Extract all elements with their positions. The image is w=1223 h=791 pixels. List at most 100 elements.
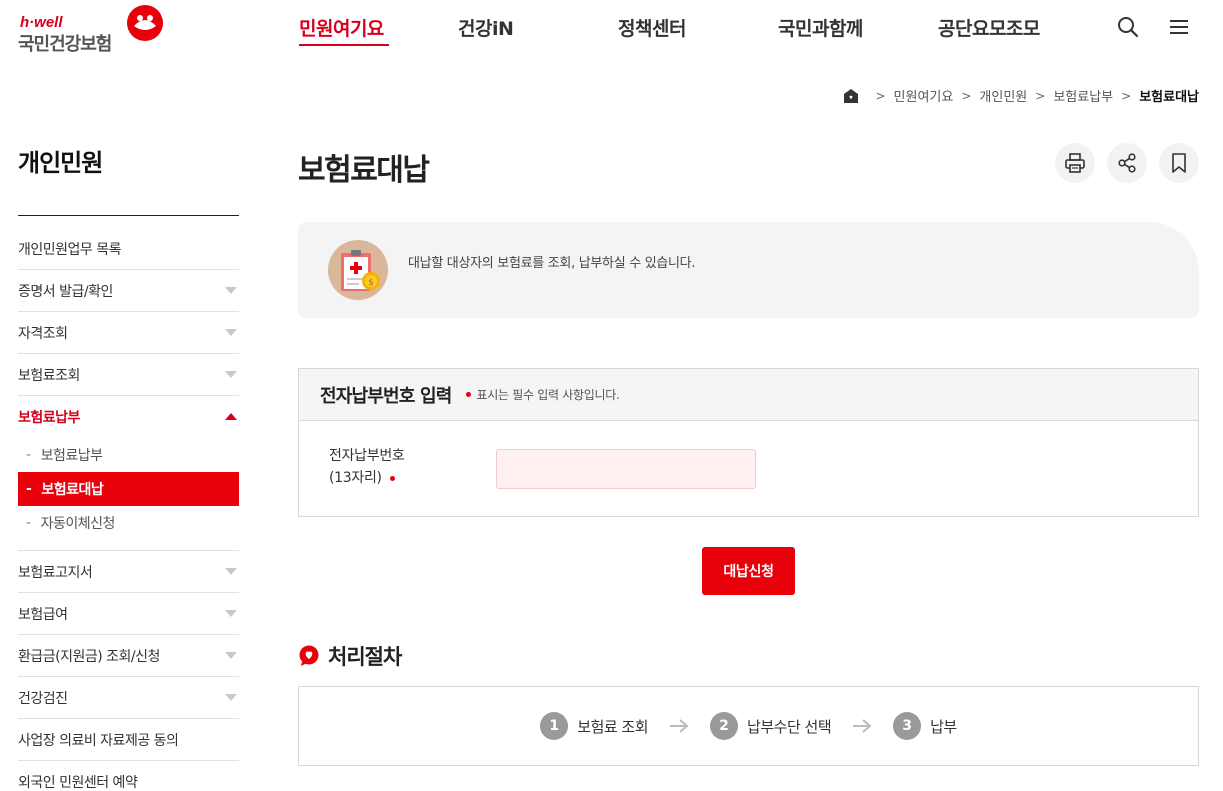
- step-number: 3: [893, 712, 922, 740]
- arrow-right-icon: [853, 719, 872, 733]
- sidebar-item-foreigner[interactable]: 외국인 민원센터 예약: [18, 761, 239, 791]
- required-note-text: 표시는 필수 입력 사항입니다.: [476, 388, 620, 402]
- sidebar-subitem-label: 보험료납부: [40, 448, 103, 464]
- bookmark-icon: [1172, 153, 1186, 173]
- sidebar-item-label: 개인민원업무 목록: [18, 241, 122, 258]
- dash-icon: -: [26, 447, 31, 463]
- chevron-right-icon: >: [1121, 88, 1132, 103]
- sidebar-item-label: 외국인 민원센터 예약: [18, 774, 138, 791]
- step-number: 2: [710, 712, 739, 740]
- menu-icon[interactable]: [1168, 16, 1190, 38]
- sidebar-title: 개인민원: [18, 149, 103, 177]
- caret-down-icon: [225, 287, 237, 294]
- search-icon[interactable]: [1117, 16, 1139, 38]
- sidebar-item-label: 건강검진: [18, 690, 68, 707]
- form-heading: 전자납부번호 입력: [320, 385, 452, 407]
- logo-name: 국민건강보험: [18, 34, 112, 55]
- sidebar-item-label: 사업장 의료비 자료제공 동의: [18, 732, 179, 749]
- sidebar-subitem-autopay[interactable]: - 자동이체신청: [18, 506, 239, 540]
- caret-down-icon: [225, 371, 237, 378]
- process-section-title: 처리절차: [298, 641, 402, 671]
- bookmark-button[interactable]: [1159, 143, 1199, 183]
- nav-item-together[interactable]: 국민과함께: [778, 14, 863, 41]
- process-step: 1 보험료 조회: [540, 712, 649, 740]
- sidebar-item-label: 보험급여: [18, 606, 68, 623]
- share-button[interactable]: [1107, 143, 1147, 183]
- payment-number-label: 전자납부번호 (13자리): [329, 445, 405, 489]
- nav-item-policy[interactable]: 정책센터: [618, 14, 686, 41]
- share-icon: [1118, 153, 1136, 173]
- breadcrumb-item[interactable]: 개인민원: [979, 86, 1027, 105]
- caret-up-icon: [225, 413, 237, 420]
- sidebar-item-certificate[interactable]: 증명서 발급/확인: [18, 270, 239, 312]
- nav-item-health-in[interactable]: 건강iN: [458, 14, 514, 41]
- sidebar-subitem-label: 자동이체신청: [40, 516, 116, 532]
- intro-box: $ 대납할 대상자의 보험료를 조회, 납부하실 수 있습니다.: [298, 222, 1199, 318]
- sidebar-item-list[interactable]: 개인민원업무 목록: [18, 228, 239, 270]
- home-icon[interactable]: [843, 88, 859, 104]
- sidebar-item-benefits[interactable]: 보험급여: [18, 593, 239, 635]
- chevron-right-icon: >: [875, 88, 886, 103]
- sidebar-menu: 개인민원업무 목록 증명서 발급/확인 자격조회 보험료조회 보험료납부 - 보험…: [18, 228, 239, 791]
- nav-active-underline: [299, 44, 389, 46]
- process-step: 2 납부수단 선택: [710, 712, 832, 740]
- svg-text:$: $: [368, 278, 374, 288]
- sidebar-item-consent[interactable]: 사업장 의료비 자료제공 동의: [18, 719, 239, 761]
- caret-down-icon: [225, 568, 237, 575]
- logo-mark-icon: [127, 5, 163, 41]
- payment-number-label-line2: (13자리): [329, 470, 382, 486]
- caret-down-icon: [225, 652, 237, 659]
- intro-text: 대납할 대상자의 보험료를 조회, 납부하실 수 있습니다.: [408, 256, 696, 271]
- form-header: 전자납부번호 입력 표시는 필수 입력 사항입니다.: [299, 369, 1198, 421]
- sidebar-item-checkup[interactable]: 건강검진: [18, 677, 239, 719]
- required-note: 표시는 필수 입력 사항입니다.: [465, 386, 620, 403]
- payment-number-label-line1: 전자납부번호: [329, 448, 405, 464]
- payment-number-input[interactable]: [496, 449, 756, 489]
- breadcrumb-item[interactable]: 보험료납부: [1053, 86, 1113, 105]
- required-dot-icon: [465, 392, 471, 397]
- sidebar-subitem-payment[interactable]: - 보험료납부: [18, 438, 239, 472]
- breadcrumb-current: 보험료대납: [1139, 90, 1199, 105]
- print-icon: [1065, 153, 1085, 173]
- process-steps: 1 보험료 조회 2 납부수단 선택 3 납부: [298, 686, 1199, 766]
- sidebar-item-premium-payment[interactable]: 보험료납부: [18, 396, 239, 438]
- sidebar-item-label: 보험료고지서: [18, 564, 93, 581]
- payment-number-form: 전자납부번호 입력 표시는 필수 입력 사항입니다. 전자납부번호 (13자리): [298, 368, 1199, 517]
- step-number: 1: [540, 712, 569, 740]
- proxy-payment-button[interactable]: 대납신청: [702, 547, 795, 595]
- sidebar-subitem-proxy-payment[interactable]: - 보험료대납: [18, 472, 239, 506]
- sidebar-item-premium-inquiry[interactable]: 보험료조회: [18, 354, 239, 396]
- step-label: 보험료 조회: [577, 717, 649, 736]
- dash-icon: -: [26, 481, 32, 497]
- print-button[interactable]: [1055, 143, 1095, 183]
- sidebar-item-label: 증명서 발급/확인: [18, 283, 113, 300]
- chevron-right-icon: >: [961, 88, 972, 103]
- caret-down-icon: [225, 610, 237, 617]
- sidebar-item-label: 보험료조회: [18, 367, 80, 384]
- nav-item-minwon[interactable]: 민원여기요: [299, 14, 384, 41]
- logo[interactable]: h·well 국민건강보험: [18, 5, 168, 55]
- nav-item-about[interactable]: 공단요모조모: [938, 14, 1040, 41]
- step-label: 납부: [930, 717, 957, 736]
- sidebar-item-eligibility[interactable]: 자격조회: [18, 312, 239, 354]
- breadcrumb-item[interactable]: 민원여기요: [894, 86, 954, 105]
- process-step: 3 납부: [893, 712, 957, 740]
- page-title: 보험료대납: [298, 153, 430, 188]
- caret-down-icon: [225, 329, 237, 336]
- sidebar-item-label: 환급금(지원금) 조회/신청: [18, 648, 160, 665]
- sidebar-item-label: 자격조회: [18, 325, 68, 342]
- chevron-right-icon: >: [1035, 88, 1046, 103]
- arrow-right-icon: [670, 719, 689, 733]
- sidebar-item-label: 보험료납부: [18, 410, 80, 426]
- required-dot-icon: [389, 475, 395, 481]
- clipboard-coin-icon: $: [328, 240, 388, 300]
- caret-down-icon: [225, 694, 237, 701]
- dash-icon: -: [26, 515, 31, 531]
- breadcrumb: > 민원여기요 > 개인민원 > 보험료납부 > 보험료대납: [843, 86, 1199, 105]
- logo-tagline: h·well: [20, 14, 63, 31]
- sidebar-submenu: - 보험료납부 - 보험료대납 - 자동이체신청: [18, 438, 239, 551]
- sidebar-item-notice[interactable]: 보험료고지서: [18, 551, 239, 593]
- step-label: 납부수단 선택: [747, 717, 832, 736]
- sidebar-subitem-label: 보험료대납: [41, 482, 104, 498]
- sidebar-item-refund[interactable]: 환급금(지원금) 조회/신청: [18, 635, 239, 677]
